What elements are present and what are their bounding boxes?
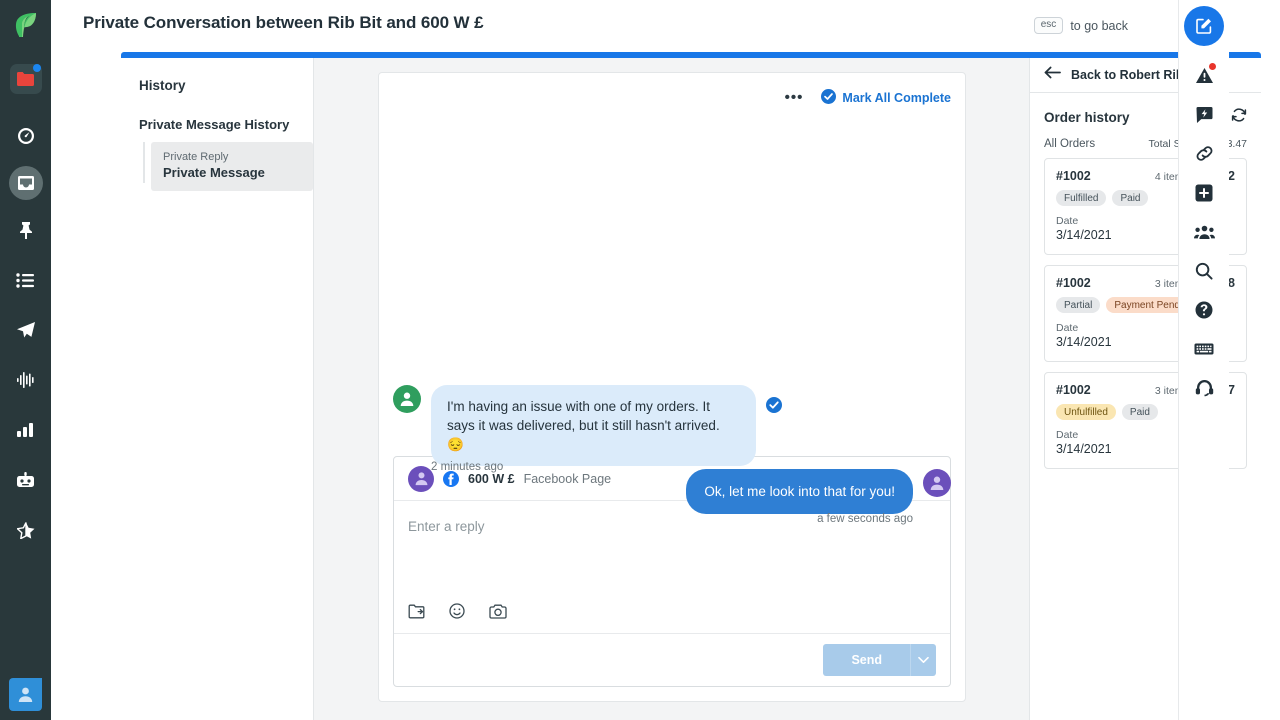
arrow-left-icon: [1044, 66, 1061, 84]
saved-replies-icon[interactable]: [408, 604, 425, 624]
page-title: Private Conversation between Rib Bit and…: [83, 13, 483, 33]
order-id: #1002: [1056, 276, 1091, 290]
message-bubble: I'm having an issue with one of my order…: [431, 385, 756, 466]
emoji-icon[interactable]: [449, 603, 465, 624]
esc-key: esc: [1034, 17, 1064, 34]
esc-hint-label: to go back: [1070, 19, 1128, 33]
list-item[interactable]: Private Reply Private Message: [151, 142, 313, 191]
search-icon[interactable]: [1184, 251, 1224, 290]
conversation-panel: History Private Message History Private …: [121, 52, 1261, 720]
order-id: #1002: [1056, 383, 1091, 397]
chevron-down-icon[interactable]: [910, 644, 936, 676]
left-navigation-rail: [0, 0, 51, 720]
sidebar-item-bot[interactable]: [6, 460, 46, 500]
conversation-card: ••• Mark All Complete: [378, 72, 966, 702]
order-history-title: Order history: [1044, 110, 1130, 125]
camera-icon[interactable]: [489, 604, 507, 624]
alert-triangle-icon[interactable]: [1184, 56, 1224, 95]
sidebar-item-publishing[interactable]: [6, 310, 46, 350]
agent-avatar[interactable]: [923, 469, 951, 497]
team-icon[interactable]: [1184, 212, 1224, 251]
user-avatar[interactable]: [9, 678, 42, 711]
history-section-title: Private Message History: [139, 117, 313, 132]
sprout-leaf-logo[interactable]: [9, 8, 43, 42]
customer-avatar[interactable]: [393, 385, 421, 413]
refresh-icon[interactable]: [1231, 107, 1247, 128]
composer-send-row: Send: [394, 634, 950, 686]
send-button[interactable]: Send: [823, 644, 910, 676]
order-id: #1002: [1056, 169, 1091, 183]
history-title: History: [139, 78, 313, 93]
status-badge: Paid: [1122, 404, 1158, 420]
compose-icon[interactable]: [1184, 6, 1224, 46]
history-sidebar: History Private Message History Private …: [121, 58, 314, 720]
status-badge: Paid: [1112, 190, 1148, 206]
conversation-toolbar: ••• Mark All Complete: [379, 73, 965, 123]
app-root: Private Conversation between Rib Bit and…: [0, 0, 1280, 720]
send-button-group: Send: [823, 644, 936, 676]
status-badge: Partial: [1056, 297, 1100, 313]
sidebar-item-dashboard[interactable]: [6, 116, 46, 156]
sidebar-item-pinned[interactable]: [6, 210, 46, 250]
status-badge: Unfulfilled: [1056, 404, 1116, 420]
check-circle-icon: [766, 397, 782, 418]
check-circle-icon: [821, 89, 836, 107]
sidebar-item-reports[interactable]: [6, 410, 46, 450]
message-outbound: Ok, let me look into that for you!: [393, 469, 951, 514]
main-stage: Private Conversation between Rib Bit and…: [51, 0, 1229, 720]
headset-icon[interactable]: [1184, 368, 1224, 407]
mark-all-complete-label: Mark All Complete: [842, 91, 951, 105]
history-thread-list: Private Reply Private Message: [139, 142, 313, 191]
top-bar: Private Conversation between Rib Bit and…: [51, 0, 1229, 52]
message-inbound: I'm having an issue with one of my order…: [393, 385, 951, 466]
order-filter-label[interactable]: All Orders: [1044, 138, 1095, 150]
plus-square-icon[interactable]: [1184, 173, 1224, 212]
sidebar-item-folder[interactable]: [10, 64, 42, 94]
thread-connector: [143, 142, 145, 183]
status-badge: Fulfilled: [1056, 190, 1106, 206]
composer-toolbar: [394, 594, 950, 634]
more-options-icon[interactable]: •••: [781, 91, 808, 105]
help-icon[interactable]: [1184, 290, 1224, 329]
message-bolt-icon[interactable]: [1184, 95, 1224, 134]
message-list: I'm having an issue with one of my order…: [379, 123, 965, 456]
right-utility-rail: [1178, 0, 1229, 720]
keyboard-icon[interactable]: [1184, 329, 1224, 368]
link-icon[interactable]: [1184, 134, 1224, 173]
notification-dot: [33, 64, 41, 72]
mark-all-complete-button[interactable]: Mark All Complete: [821, 89, 951, 107]
sidebar-item-listening[interactable]: [6, 360, 46, 400]
thread-kicker: Private Reply: [163, 151, 301, 163]
message-timestamp: a few seconds ago: [817, 513, 913, 525]
sidebar-item-lists[interactable]: [6, 260, 46, 300]
sidebar-item-inbox[interactable]: [9, 166, 43, 200]
conversation-column: ••• Mark All Complete: [314, 58, 1029, 720]
esc-hint: esc to go back: [1034, 17, 1128, 34]
sidebar-item-favorites[interactable]: [6, 510, 46, 550]
message-bubble: Ok, let me look into that for you!: [686, 469, 913, 514]
notification-dot: [1209, 63, 1216, 70]
thread-label: Private Message: [163, 165, 301, 180]
